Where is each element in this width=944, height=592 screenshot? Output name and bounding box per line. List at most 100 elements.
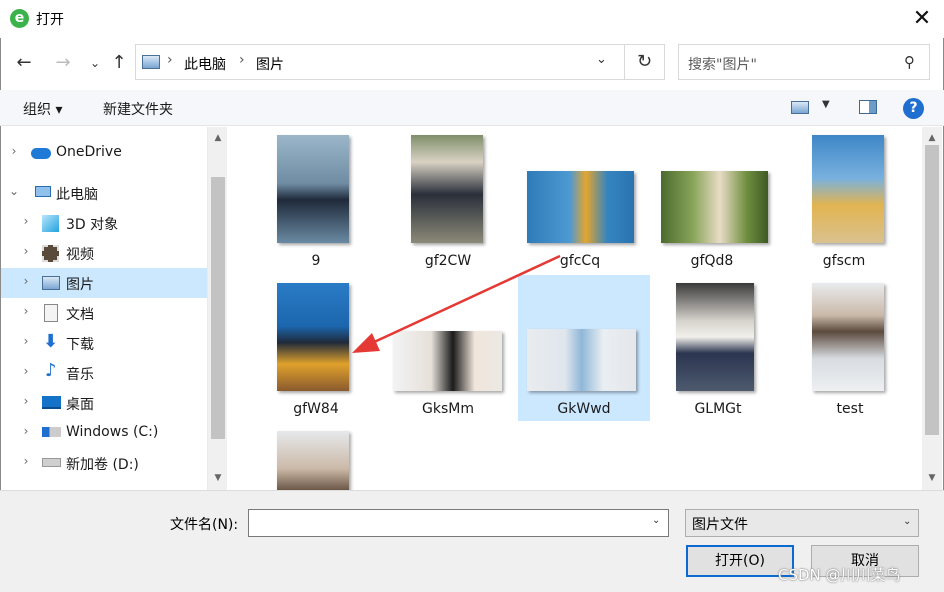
nav-label: 文档 — [66, 307, 94, 323]
chevron-down-icon[interactable]: ⌄ — [8, 184, 20, 198]
image-thumbnail — [527, 171, 634, 243]
new-folder-button[interactable]: 新建文件夹 — [103, 99, 173, 119]
scrollbar-thumb[interactable] — [925, 145, 939, 435]
refresh-icon[interactable]: ↻ — [625, 44, 665, 80]
scrollbar-thumb[interactable] — [211, 177, 225, 439]
chevron-right-icon[interactable]: › — [20, 364, 32, 378]
breadcrumb-pictures[interactable]: 图片 — [256, 54, 284, 74]
file-tile[interactable]: gfcCq — [514, 127, 646, 273]
back-arrow-icon[interactable]: ← — [11, 50, 37, 76]
file-tile[interactable]: gfscm — [778, 127, 910, 273]
file-tile[interactable]: test — [784, 275, 916, 421]
nav-item-pictures[interactable]: › 图片 — [1, 268, 207, 298]
chevron-right-icon[interactable]: › — [20, 244, 32, 258]
nav-item-drive-d[interactable]: › 新加卷 (D:) — [1, 448, 207, 478]
close-icon[interactable]: ✕ — [906, 4, 938, 34]
document-icon — [44, 304, 58, 322]
nav-item-downloads[interactable]: › ⬇ 下载 — [1, 328, 207, 358]
computer-icon — [35, 186, 51, 197]
window-title: 打开 — [36, 12, 64, 28]
nav-label: 新加卷 (D:) — [66, 457, 139, 473]
search-input[interactable]: 搜索"图片" ⚲ — [678, 44, 930, 80]
nav-item-this-pc[interactable]: ⌄ 此电脑 — [1, 178, 207, 208]
address-bar[interactable]: › 此电脑 › 图片 ⌄ — [135, 44, 625, 80]
file-tile[interactable]: 9 — [250, 127, 382, 273]
nav-label: 桌面 — [66, 397, 94, 413]
breadcrumb-this-pc[interactable]: 此电脑 — [184, 54, 226, 74]
scroll-down-icon[interactable]: ▼ — [208, 473, 228, 483]
nav-item-videos[interactable]: › 视频 — [1, 238, 207, 268]
chevron-right-icon[interactable]: › — [20, 454, 32, 468]
forward-arrow-icon[interactable]: → — [50, 50, 76, 76]
filename-dropdown-icon[interactable]: ⌄ — [652, 515, 660, 526]
image-thumbnail — [277, 431, 349, 490]
app-icon: e — [10, 9, 29, 28]
video-icon — [42, 245, 59, 262]
nav-scrollbar[interactable]: ▲ ▼ — [207, 127, 227, 490]
file-name: gfW84 — [293, 401, 339, 417]
drive-icon — [42, 458, 61, 467]
image-thumbnail — [812, 283, 884, 391]
change-view-icon[interactable] — [791, 101, 809, 114]
file-grid: 9 gf2CW gfcCq gfQd8 gfscm gfW84 GksMm Gk… — [228, 127, 922, 490]
chevron-right-icon[interactable]: › — [20, 214, 32, 228]
file-name: GkWwd — [557, 401, 611, 417]
chevron-right-icon[interactable]: › — [20, 394, 32, 408]
file-grid-scrollbar[interactable]: ▲ ▼ — [922, 127, 942, 490]
chevron-right-icon: › — [239, 52, 245, 68]
image-thumbnail — [676, 283, 754, 391]
nav-item-desktop[interactable]: › 桌面 — [1, 388, 207, 418]
file-tile[interactable]: GLMGt — [652, 275, 784, 421]
image-thumbnail — [527, 329, 636, 391]
file-name: GLMGt — [694, 401, 742, 417]
picture-location-icon — [142, 55, 160, 69]
filename-input[interactable] — [248, 509, 669, 537]
nav-label: Windows (C:) — [66, 424, 159, 440]
file-tile[interactable]: GksMm — [382, 275, 514, 421]
nav-item-music[interactable]: › ♪ 音乐 — [1, 358, 207, 388]
scroll-up-icon[interactable]: ▲ — [922, 133, 942, 143]
chevron-right-icon[interactable]: › — [8, 144, 20, 158]
file-tile[interactable] — [250, 423, 382, 490]
filetype-select[interactable]: 图片文件 ⌄ — [685, 509, 919, 537]
nav-item-3d-objects[interactable]: › 3D 对象 — [1, 208, 207, 238]
nav-label: 图片 — [66, 277, 94, 293]
cube-icon — [42, 215, 59, 232]
view-options-dropdown-icon[interactable]: ▼ — [822, 99, 830, 110]
help-icon[interactable]: ? — [903, 98, 924, 119]
organize-menu[interactable]: 组织 ▾ — [23, 99, 62, 119]
nav-label: 音乐 — [66, 367, 94, 383]
nav-label: 3D 对象 — [66, 217, 119, 233]
chevron-right-icon[interactable]: › — [20, 334, 32, 348]
search-icon[interactable]: ⚲ — [904, 53, 915, 71]
chevron-right-icon[interactable]: › — [20, 274, 32, 288]
image-thumbnail — [393, 331, 502, 391]
file-name: 9 — [311, 253, 321, 269]
title-bar: e 打开 ✕ — [0, 0, 944, 38]
nav-item-documents[interactable]: › 文档 — [1, 298, 207, 328]
address-dropdown-icon[interactable]: ⌄ — [596, 52, 607, 67]
file-name: gfcCq — [559, 253, 601, 269]
nav-item-onedrive[interactable]: › OneDrive — [1, 138, 207, 168]
scroll-up-icon[interactable]: ▲ — [208, 133, 228, 143]
nav-item-drive-c[interactable]: › Windows (C:) — [1, 418, 207, 448]
scroll-down-icon[interactable]: ▼ — [922, 473, 942, 483]
recent-locations-chevron-icon[interactable]: ⌄ — [82, 50, 108, 76]
picture-icon — [42, 276, 60, 290]
file-tile[interactable]: GkWwd — [518, 275, 650, 421]
file-tile[interactable]: gf2CW — [382, 127, 514, 273]
desktop-icon — [42, 396, 61, 409]
preview-pane-icon[interactable] — [859, 100, 877, 114]
chevron-right-icon[interactable]: › — [20, 424, 32, 438]
up-arrow-icon[interactable]: ↑ — [106, 50, 132, 76]
nav-label: 视频 — [66, 247, 94, 263]
file-tile[interactable]: gfW84 — [250, 275, 382, 421]
file-tile[interactable]: gfQd8 — [646, 127, 778, 273]
watermark: CSDN @川川菜鸟 — [778, 566, 901, 584]
chevron-right-icon[interactable]: › — [20, 304, 32, 318]
image-thumbnail — [277, 135, 349, 243]
chevron-down-icon[interactable]: ⌄ — [903, 516, 911, 527]
image-thumbnail — [661, 171, 768, 243]
download-icon: ⬇ — [43, 331, 59, 352]
nav-label: 此电脑 — [56, 187, 98, 203]
